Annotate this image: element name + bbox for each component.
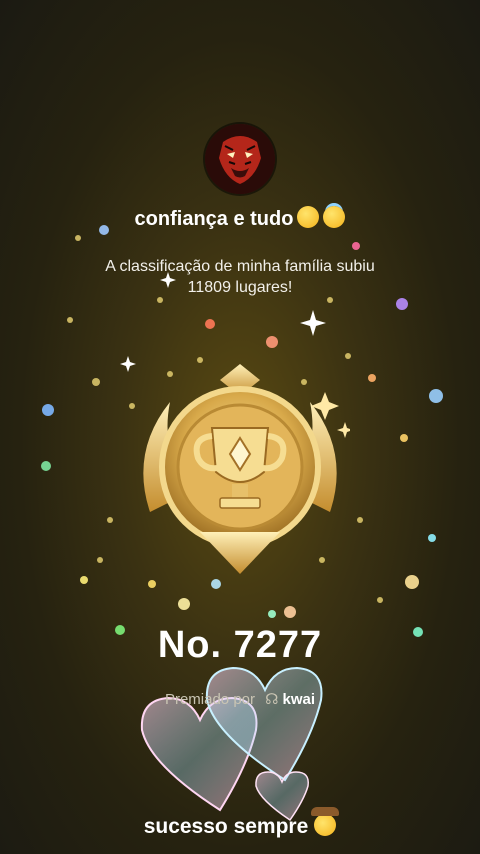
footer-caption: sucesso sempre	[0, 807, 480, 839]
awarded-by-prefix: Premiado por	[164, 691, 255, 708]
ranking-message: A classificação de minha família subiu 1…	[60, 256, 420, 298]
group-name: confiança e tudo	[0, 206, 480, 231]
tiger-avatar-icon	[205, 124, 275, 194]
kwai-brand: kwai	[282, 691, 316, 708]
kwai-logo-icon: ☊	[265, 691, 279, 708]
halo-emoji-icon	[323, 206, 346, 228]
group-avatar[interactable]	[205, 124, 275, 194]
trophy-medal-icon	[143, 364, 350, 574]
bubble-hearts-icon	[140, 666, 323, 822]
wink-emoji-icon	[297, 206, 320, 228]
ranking-message-line1: A classificação de minha família subiu	[105, 258, 375, 275]
ranking-message-line2: 11809 lugares!	[187, 279, 293, 296]
awarded-by: Premiado por ☊ kwai	[0, 690, 480, 708]
footer-caption-text: sucesso sempre	[143, 815, 309, 838]
cowboy-emoji-icon	[311, 807, 340, 836]
group-name-text: confiança e tudo	[134, 208, 294, 230]
